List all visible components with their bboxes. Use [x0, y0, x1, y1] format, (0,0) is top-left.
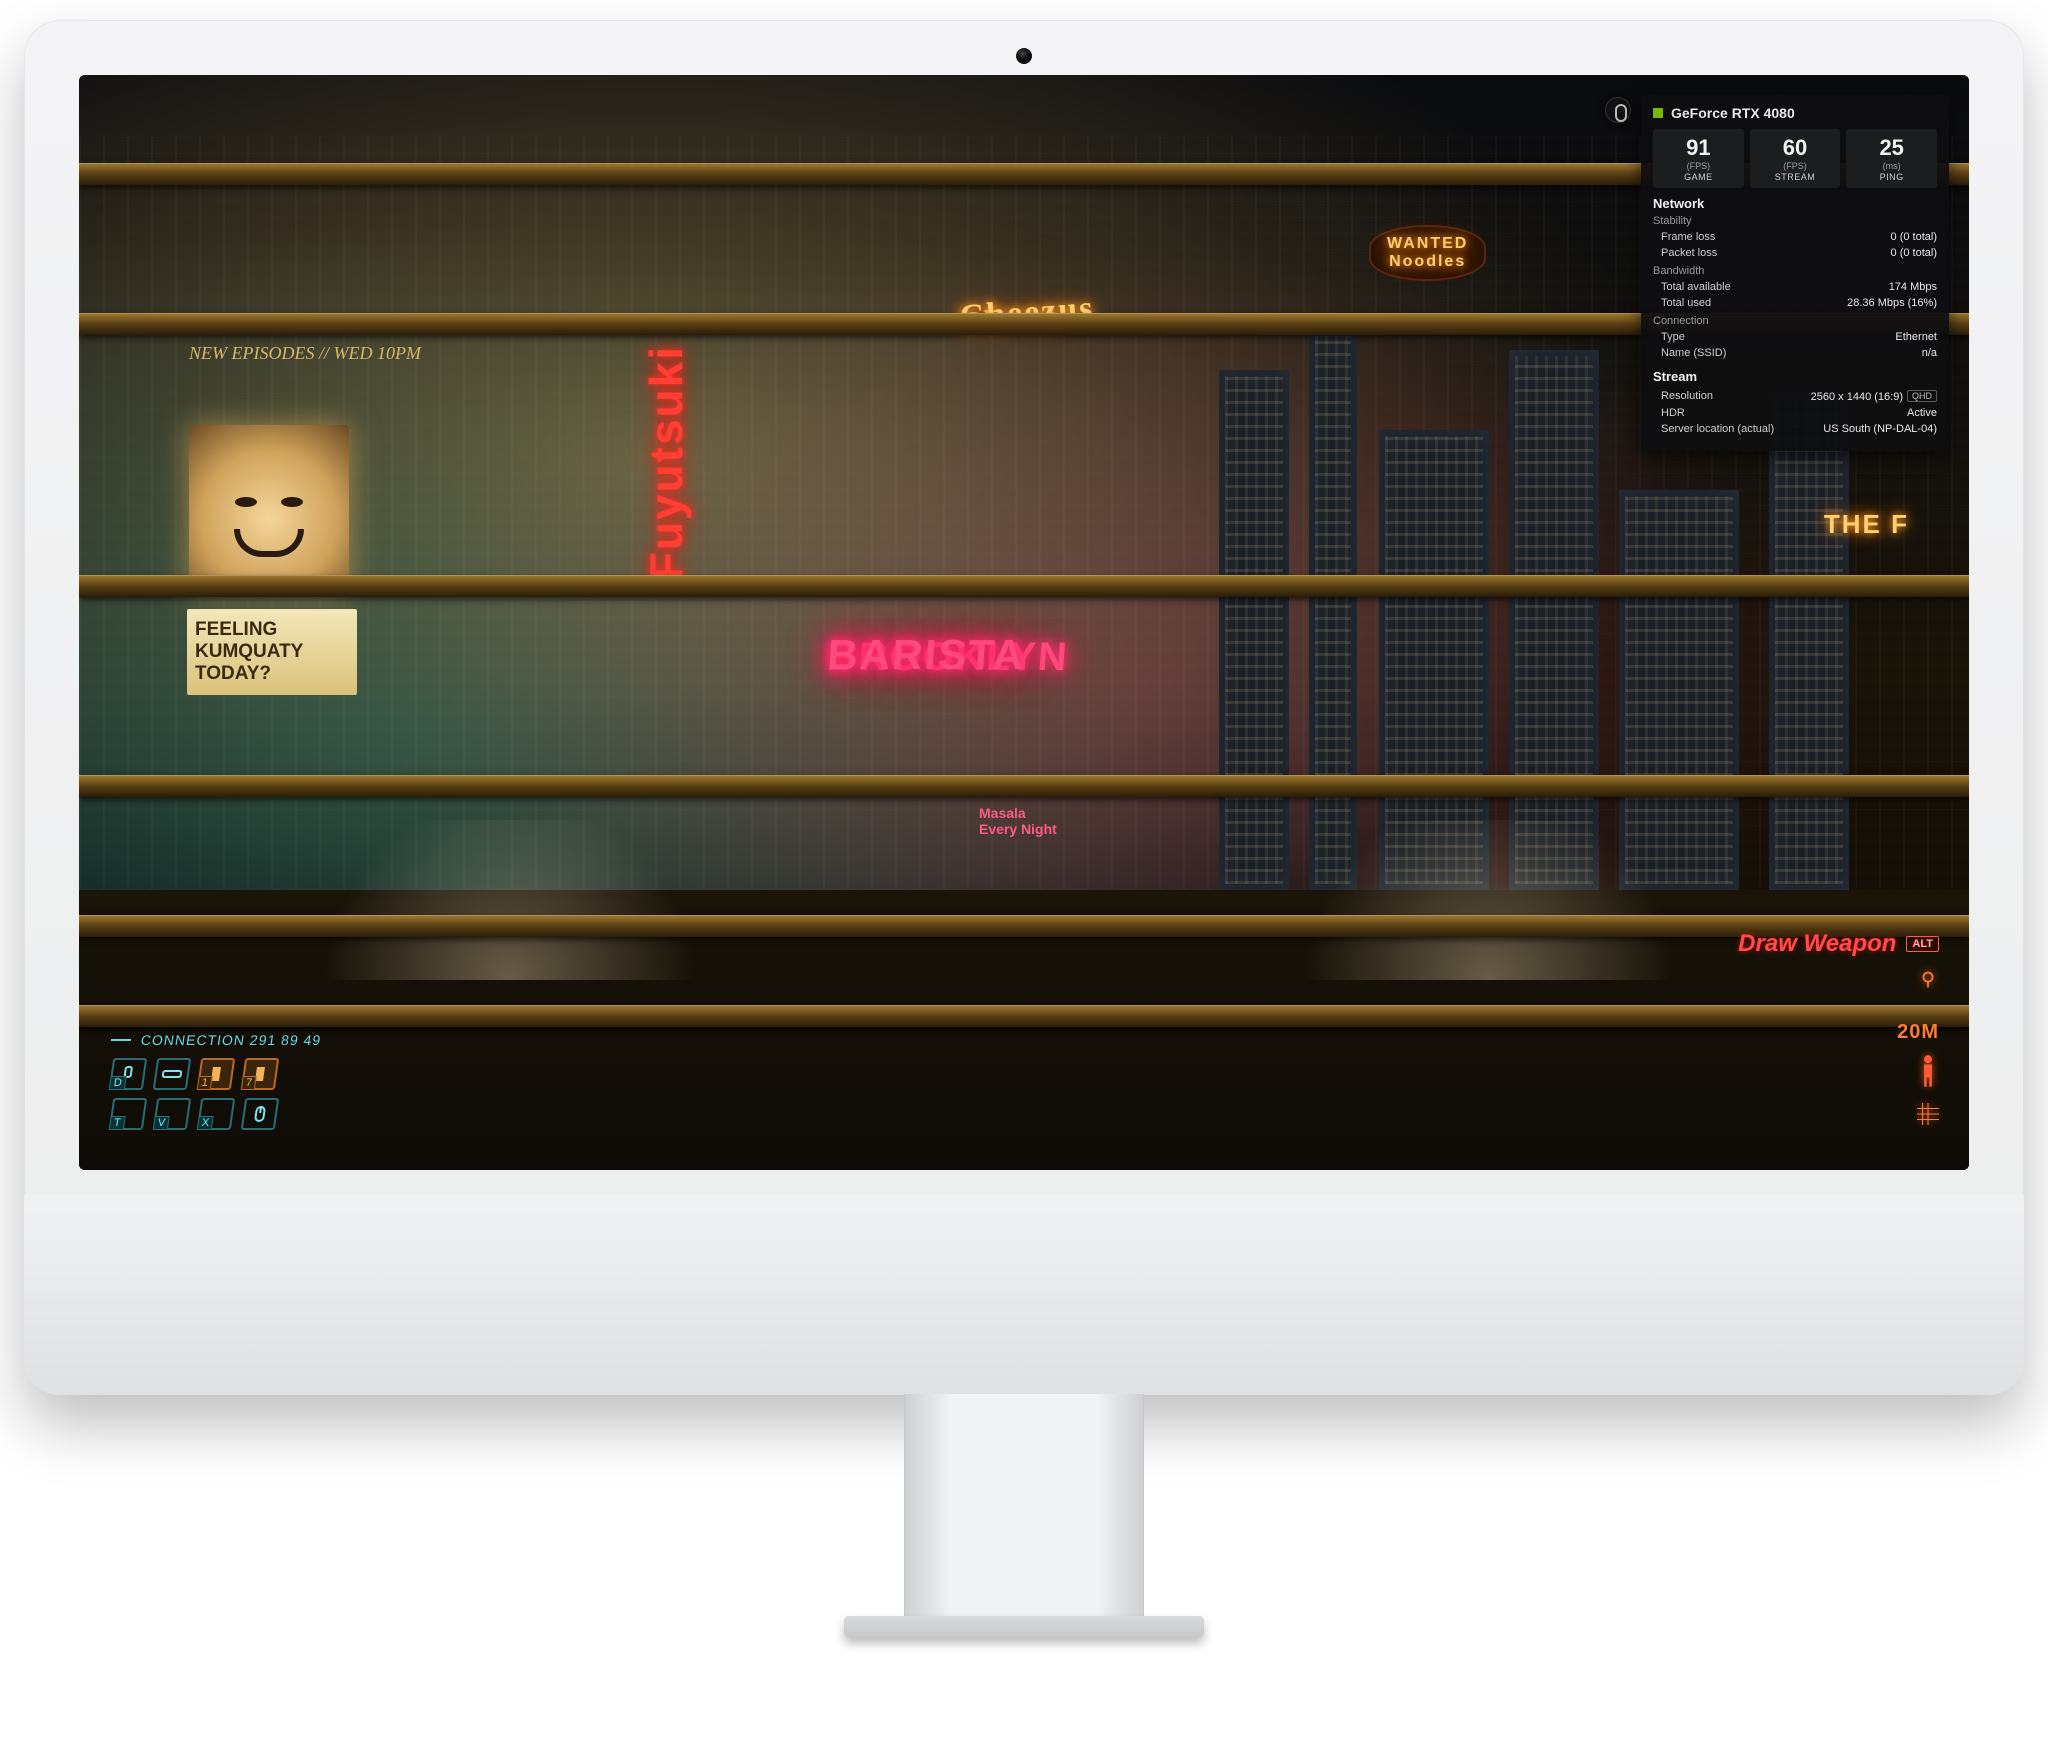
- minimap-toggle-icon[interactable]: [1917, 1103, 1939, 1130]
- streaming-stats-overlay[interactable]: GeForce RTX 4080 91(FPS)GAME60(FPS)STREA…: [1641, 95, 1949, 451]
- mic-indicator-icon[interactable]: [1605, 97, 1631, 123]
- sign-episodes: NEW EPISODES // WED 10PM: [189, 343, 421, 364]
- row-server: Server location (actual)US South (NP-DAL…: [1653, 421, 1937, 437]
- key-chip-alt: ALT: [1906, 936, 1939, 952]
- building: [1769, 390, 1849, 890]
- neon-vertical-sign: Fuyutsuki: [639, 345, 693, 580]
- prompt-draw-weapon: Draw Weapon ALT: [1738, 930, 1939, 958]
- metric-tile: 25(ms)PING: [1846, 129, 1937, 188]
- metric-tile: 91(FPS)GAME: [1653, 129, 1744, 188]
- hud-slot[interactable]: V: [153, 1098, 191, 1130]
- row-ssid: Name (SSID)n/a: [1653, 345, 1937, 361]
- waypoint-icon: [1917, 968, 1939, 995]
- hud-slot[interactable]: [241, 1098, 279, 1130]
- resolution-badge: QHD: [1907, 390, 1937, 402]
- hud-connection-line: CONNECTION 291 89 49: [110, 1032, 323, 1048]
- imac-stand-neck: [904, 1394, 1144, 1624]
- row-packet-loss: Packet loss0 (0 total): [1653, 245, 1937, 261]
- hud-slot[interactable]: X: [197, 1098, 235, 1130]
- building: [1219, 370, 1289, 890]
- connection-sub: Connection: [1653, 315, 1937, 327]
- enemy-icon: [1917, 1054, 1939, 1093]
- imac-chin: [24, 1195, 2024, 1395]
- metrics-row: 91(FPS)GAME60(FPS)STREAM25(ms)PING: [1653, 129, 1937, 188]
- hud-slot[interactable]: T: [109, 1098, 147, 1130]
- imac-stand-foot: [844, 1616, 1204, 1638]
- imac-hardware: Fuyutsuki BROOKLYN BARISTA Chrom Cheezus…: [24, 20, 2024, 1700]
- metric-tile: 60(FPS)STREAM: [1750, 129, 1841, 188]
- hud-row-2: TVX: [109, 1098, 324, 1130]
- railing: [79, 575, 1969, 597]
- railing: [79, 915, 1969, 937]
- screen: Fuyutsuki BROOKLYN BARISTA Chrom Cheezus…: [79, 75, 1969, 1170]
- row-frame-loss: Frame loss0 (0 total): [1653, 229, 1937, 245]
- hud-slot[interactable]: 1: [197, 1058, 235, 1090]
- camera-icon: [1016, 48, 1032, 64]
- railing: [79, 1005, 1969, 1027]
- billboard-kumquaty: FEELING KUMQUATY TODAY?: [187, 609, 357, 695]
- fog-light: [299, 820, 719, 980]
- imac-body: Fuyutsuki BROOKLYN BARISTA Chrom Cheezus…: [24, 20, 2024, 1395]
- billboard-face: [189, 425, 349, 595]
- gpu-name: GeForce RTX 4080: [1671, 105, 1795, 121]
- menu-icon[interactable]: [111, 1039, 131, 1041]
- row-total-used: Total used28.36 Mbps (16%): [1653, 295, 1937, 311]
- hud-slot[interactable]: 7: [241, 1058, 279, 1090]
- neon-far-right: THE F: [1824, 509, 1909, 540]
- bandwidth-sub: Bandwidth: [1653, 265, 1937, 277]
- hud-left: CONNECTION 291 89 49 D 17 TVX: [111, 1032, 321, 1130]
- neon-barista-l2: BARISTA: [826, 631, 1027, 679]
- distance-readout: 20M: [1897, 1021, 1939, 1044]
- game-frame[interactable]: Fuyutsuki BROOKLYN BARISTA Chrom Cheezus…: [79, 75, 1969, 1170]
- hud-right: Draw Weapon ALT 20M: [1738, 930, 1939, 1130]
- railing: [79, 775, 1969, 797]
- nvidia-badge-icon: [1653, 108, 1663, 118]
- gpu-header: GeForce RTX 4080: [1653, 105, 1937, 121]
- hud-connection-text: CONNECTION 291 89 49: [140, 1032, 323, 1048]
- stream-heading: Stream: [1653, 369, 1937, 384]
- row-conn-type: TypeEthernet: [1653, 329, 1937, 345]
- building: [1309, 330, 1357, 890]
- stability-sub: Stability: [1653, 215, 1937, 227]
- sign-every-night: Masala Every Night: [979, 805, 1057, 837]
- fog-light: [1279, 820, 1699, 980]
- network-heading: Network: [1653, 196, 1937, 211]
- hud-slot[interactable]: [153, 1058, 191, 1090]
- neon-wanted: WANTED Noodles: [1369, 225, 1486, 281]
- hud-slot[interactable]: D: [109, 1058, 147, 1090]
- row-resolution: Resolution 2560 x 1440 (16:9)QHD: [1653, 388, 1937, 405]
- building: [1509, 350, 1599, 890]
- draw-weapon-text: Draw Weapon: [1738, 930, 1896, 958]
- hud-row-1: D 17: [109, 1058, 324, 1090]
- row-hdr: HDRActive: [1653, 405, 1937, 421]
- row-total-available: Total available174 Mbps: [1653, 279, 1937, 295]
